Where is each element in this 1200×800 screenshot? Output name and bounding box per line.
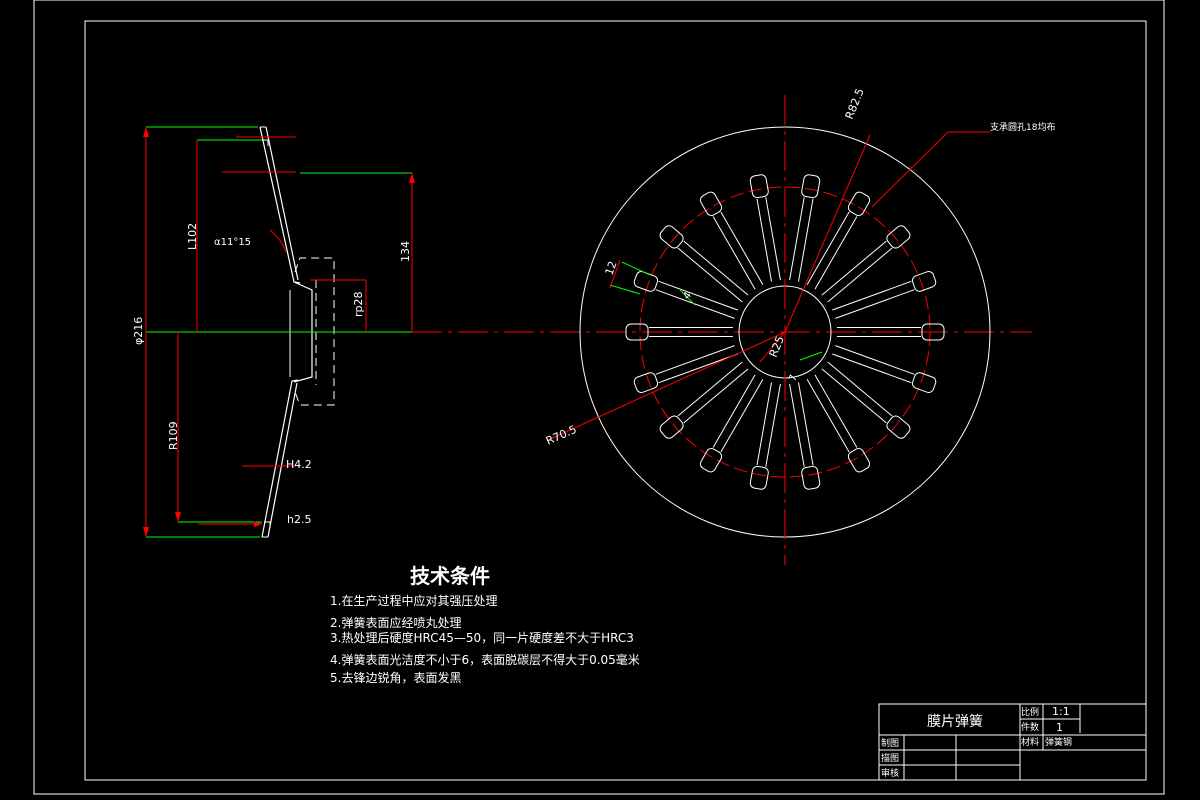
finger-slot-line: [814, 216, 858, 290]
finger-slot-line: [683, 240, 749, 296]
finger-slot-line: [756, 198, 772, 282]
finger-end-hole: [801, 174, 821, 199]
dim-line-R70-5: [547, 331, 786, 441]
finger-end-hole: [911, 372, 937, 393]
finger-end-hole: [801, 465, 821, 490]
finger-slot-line: [720, 379, 764, 453]
dim-text-L102: L102: [186, 223, 199, 250]
dim-text-R109: R109: [167, 421, 180, 450]
title-row-check: 审核: [881, 767, 899, 779]
tech-item-4: 4.弹簧表面光洁度不小于6，表面脱碳层不得大于0.05毫米: [330, 652, 640, 667]
finger-slot-line: [789, 197, 805, 281]
dim-text-angle: α11°15: [214, 237, 251, 248]
dim-text-h25: h2.5: [287, 513, 311, 526]
finger-end-hole: [659, 415, 684, 439]
finger-end-hole: [749, 465, 769, 490]
outer-frame: [33, 0, 1165, 795]
dim-text-R25: R25: [767, 334, 787, 359]
finger-slot-line: [677, 361, 743, 417]
title-qty-value: 1: [1056, 721, 1063, 734]
finger-slot-line: [806, 211, 850, 285]
tech-item-5: 5.去锋边锐角，表面发黑: [330, 670, 461, 685]
title-qty-label: 件数: [1021, 721, 1039, 733]
title-material-label: 材料: [1021, 736, 1039, 748]
finger-slot-line: [683, 368, 749, 424]
finger-end-hole: [886, 225, 911, 249]
finger-end-hole: [633, 372, 659, 393]
finger-slot-line: [806, 379, 850, 453]
side-view: φ216 L102 α11°15 134 rp28 R109 H4.2 h2.5: [132, 126, 415, 538]
arrow-R109-bottom: [175, 512, 181, 522]
arrow-216-top: [143, 127, 149, 137]
finger-slot-line: [765, 197, 781, 281]
arrow-134-top: [409, 173, 415, 183]
finger-slot-line: [827, 247, 893, 303]
dim-text-12: 12: [603, 259, 620, 277]
tech-title: 技术条件: [410, 564, 490, 588]
finger-slot-line: [712, 374, 756, 448]
finger-slot-line: [832, 280, 912, 311]
dim-ext-12-b: [609, 284, 641, 295]
dim-text-R82-5: R82.5: [843, 86, 867, 121]
finger-slot-line: [765, 383, 781, 467]
tech-notes: 技术条件 1.在生产过程中应对其强压处理 2.弹簧表面应经喷丸处理 3.热处理后…: [330, 564, 640, 685]
finger-slot-line: [756, 382, 772, 466]
tech-item-1: 1.在生产过程中应对其强压处理: [330, 593, 497, 608]
dim-text-R70-5: R70.5: [544, 423, 579, 448]
finger-slot-line: [821, 368, 887, 424]
finger-slot-line: [658, 280, 738, 311]
title-row-draw: 制图: [881, 737, 899, 749]
finger-slot-line: [827, 361, 893, 417]
dim-text-134: 134: [399, 241, 412, 262]
finger-slot-line: [814, 374, 858, 448]
side-profile-top-inner: [265, 126, 299, 281]
finger-end-hole: [886, 415, 911, 439]
front-view: R82.5 R70.5 R25 12 4 7 支承圆孔18均布: [544, 86, 1055, 565]
finger-end-hole: [659, 225, 684, 249]
title-material-value: 弹簧钢: [1045, 736, 1072, 748]
finger-slot-line: [798, 382, 814, 466]
dim-line-7: [799, 351, 823, 361]
finger-slot-line: [712, 216, 756, 290]
callout-label: 支承圆孔18均布: [990, 121, 1055, 133]
tech-item-3: 3.热处理后硬度HRC45—50，同一片硬度差不大于HRC3: [330, 630, 634, 645]
tech-item-2: 2.弹簧表面应经喷丸处理: [330, 615, 461, 630]
finger-slot-line: [658, 353, 738, 384]
finger-slot-line: [789, 383, 805, 467]
finger-slot-line: [821, 240, 887, 296]
dim-text-7: 7: [787, 373, 800, 383]
finger-slot-line: [832, 353, 912, 384]
finger-slot-line: [798, 198, 814, 282]
arrow-216-bottom: [143, 527, 149, 537]
drawing-canvas: φ216 L102 α11°15 134 rp28 R109 H4.2 h2.5…: [33, 0, 1165, 795]
title-scale-value: 1:1: [1052, 705, 1070, 718]
title-part-name: 膜片弹簧: [927, 714, 983, 730]
dim-ext-12-a: [621, 261, 651, 276]
title-scale-label: 比例: [1021, 706, 1039, 718]
dim-text-rp28: rp28: [352, 291, 365, 317]
dim-text-216: φ216: [132, 317, 145, 345]
callout-leader: [871, 131, 990, 208]
dim-text-H42: H4.2: [286, 458, 312, 471]
title-block: [878, 703, 1147, 781]
finger-end-hole: [749, 174, 769, 199]
finger-slot-line: [720, 211, 764, 285]
title-row-design: 描图: [881, 752, 899, 764]
finger-end-hole: [911, 271, 937, 292]
